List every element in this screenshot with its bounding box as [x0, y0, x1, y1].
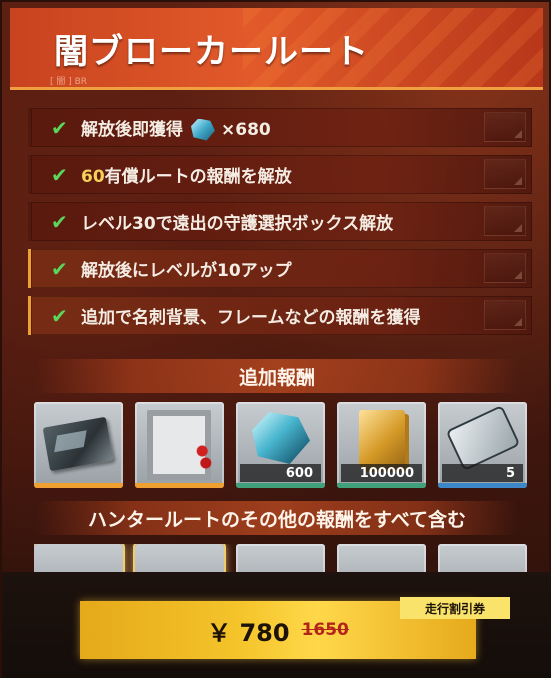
rarity-bar	[34, 483, 123, 488]
rarity-bar	[438, 483, 527, 488]
gold-bar-icon	[359, 410, 405, 468]
reward-quantity: 100000	[341, 464, 422, 482]
original-price: 1650	[301, 620, 349, 640]
broker-route-panel: 闇ブローカールート [ 闇 ] BR ✔ 解放後即獲得 ×680 ✔ 60有償ルー…	[0, 0, 551, 678]
reward-item-name-card[interactable]	[34, 402, 123, 488]
benefit-amount: ×680	[221, 119, 271, 140]
check-icon: ✔	[51, 115, 68, 140]
reward-item-usb-key[interactable]: 5	[438, 402, 527, 488]
decor-tag	[484, 112, 526, 142]
decor-tag	[484, 206, 526, 236]
hunter-reward-item[interactable]	[337, 544, 426, 572]
benefit-text: 解放後にレベルが10アップ	[81, 261, 292, 281]
header: 闇ブローカールート [ 闇 ] BR	[10, 8, 543, 90]
frame-icon	[147, 410, 213, 480]
header-subtitle: [ 闇 ] BR	[50, 77, 88, 87]
hunter-rewards-row	[34, 544, 527, 572]
extra-rewards-row: 600 100000 5	[34, 402, 527, 488]
crystal-icon	[252, 412, 310, 464]
rarity-bar	[236, 483, 325, 488]
check-icon: ✔	[51, 162, 68, 187]
hunter-reward-item[interactable]	[34, 544, 123, 572]
benefit-item: ✔ 解放後即獲得 ×680	[28, 108, 532, 147]
reward-item-frame[interactable]	[135, 402, 224, 488]
check-icon: ✔	[51, 256, 68, 281]
benefit-number: 60	[81, 167, 105, 187]
reward-item-crystal[interactable]: 600	[236, 402, 325, 488]
name-card-icon	[42, 416, 114, 472]
currency-symbol: ￥	[207, 618, 232, 647]
hunter-reward-item[interactable]	[135, 544, 224, 572]
decor-tag	[484, 300, 526, 330]
price: 780	[239, 618, 290, 647]
extra-rewards-title: 追加報酬	[36, 359, 518, 393]
check-icon: ✔	[51, 209, 68, 234]
hunter-route-title: ハンタールートのその他の報酬をすべて含む	[36, 501, 518, 535]
reward-quantity: 600	[240, 464, 321, 482]
coupon-badge[interactable]: 走行割引券	[400, 597, 510, 619]
usb-key-icon	[448, 407, 518, 469]
reward-quantity: 5	[442, 464, 523, 482]
rarity-bar	[337, 483, 426, 488]
benefit-text: 解放後即獲得	[81, 119, 183, 140]
rarity-bar	[135, 483, 224, 488]
benefit-text: 有償ルートの報酬を解放	[104, 167, 292, 187]
hunter-reward-item[interactable]	[438, 544, 527, 572]
decor-tag	[484, 253, 526, 283]
reward-item-gold[interactable]: 100000	[337, 402, 426, 488]
benefit-list: ✔ 解放後即獲得 ×680 ✔ 60有償ルートの報酬を解放 ✔ レベル30で遠出の…	[28, 108, 532, 343]
check-icon: ✔	[51, 303, 68, 328]
benefit-item: ✔ レベル30で遠出の守護選択ボックス解放	[28, 202, 532, 241]
benefit-text: レベル30で遠出の守護選択ボックス解放	[81, 214, 394, 234]
benefit-item: ✔ 解放後にレベルが10アップ	[28, 249, 532, 288]
crystal-icon	[191, 118, 215, 141]
decor-tag	[484, 159, 526, 189]
hunter-reward-item[interactable]	[236, 544, 325, 572]
benefit-text: 追加で名刺背景、フレームなどの報酬を獲得	[81, 308, 421, 328]
benefit-item: ✔ 追加で名刺背景、フレームなどの報酬を獲得	[28, 296, 532, 335]
page-title: 闇ブローカールート	[54, 32, 369, 72]
benefit-item: ✔ 60有償ルートの報酬を解放	[28, 155, 532, 194]
